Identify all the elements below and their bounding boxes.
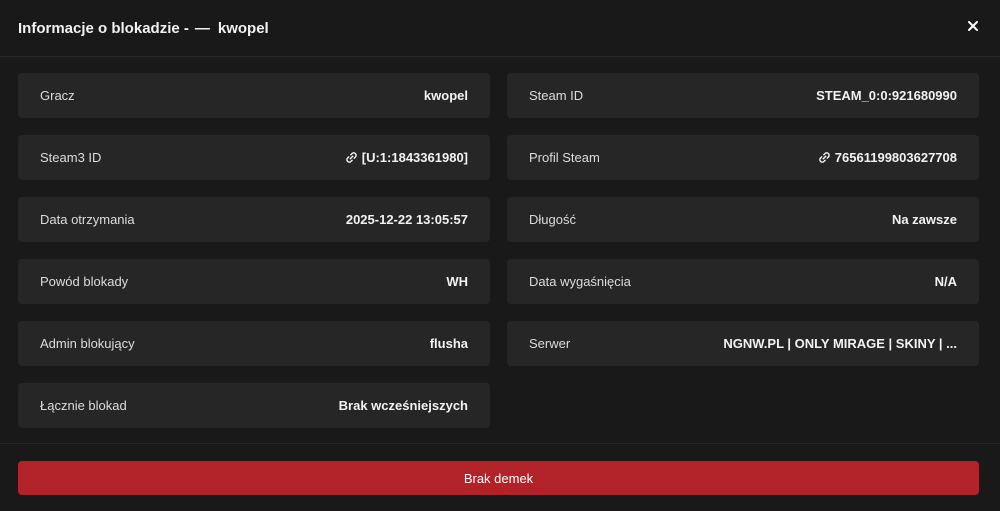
row-label: Data otrzymania bbox=[40, 212, 135, 227]
row-label: Steam3 ID bbox=[40, 150, 102, 165]
row-ban-reason: Powód blokady WH bbox=[18, 259, 490, 304]
close-button[interactable] bbox=[966, 19, 980, 33]
row-player: Gracz kwopel bbox=[18, 73, 490, 118]
modal-title: Informacje o blokadzie - — kwopel bbox=[18, 20, 269, 37]
modal-header: Informacje o blokadzie - — kwopel bbox=[0, 0, 1000, 57]
ban-details-grid: Gracz kwopel Steam ID STEAM_0:0:92168099… bbox=[18, 73, 979, 428]
row-label: Łącznie blokad bbox=[40, 398, 127, 413]
row-value: WH bbox=[446, 274, 468, 289]
row-value: STEAM_0:0:921680990 bbox=[816, 88, 957, 103]
footer-divider bbox=[0, 443, 1000, 444]
row-value: Na zawsze bbox=[891, 212, 957, 227]
row-server: Serwer NGNW.PL | ONLY MIRAGE | SKINY | .… bbox=[507, 321, 979, 366]
row-label: Długość bbox=[529, 212, 576, 227]
title-dash: — bbox=[194, 19, 210, 37]
row-value: flusha bbox=[429, 336, 468, 351]
row-label: Powód blokady bbox=[40, 274, 129, 289]
row-steam-profile: Profil Steam 76561199803627708 bbox=[507, 135, 979, 180]
link-text[interactable]: 76561199803627708 bbox=[835, 150, 957, 165]
row-label: Serwer bbox=[529, 336, 571, 351]
row-banning-admin: Admin blokujący flusha bbox=[18, 321, 490, 366]
row-value: 2025-12-22 13:05:57 bbox=[345, 212, 468, 227]
row-value: kwopel bbox=[423, 88, 468, 103]
title-player-name: kwopel bbox=[217, 19, 269, 37]
ban-info-modal: Informacje o blokadzie - — kwopel Gracz … bbox=[0, 0, 1000, 511]
demos-button[interactable]: Brak demek bbox=[18, 461, 979, 495]
steam3-id-link[interactable]: [U:1:1843361980] bbox=[345, 150, 468, 165]
row-label: Admin blokujący bbox=[40, 336, 135, 351]
row-label: Profil Steam bbox=[529, 150, 600, 165]
row-label: Steam ID bbox=[529, 88, 584, 103]
link-icon bbox=[345, 151, 358, 164]
row-steam3-id: Steam3 ID [U:1:1843361980] bbox=[18, 135, 490, 180]
link-text[interactable]: [U:1:1843361980] bbox=[362, 150, 468, 165]
row-value: N/A bbox=[934, 274, 957, 289]
row-label: Gracz bbox=[40, 88, 75, 103]
row-value: Brak wcześniejszych bbox=[338, 398, 468, 413]
row-total-bans: Łącznie blokad Brak wcześniejszych bbox=[18, 383, 490, 428]
row-label: Data wygaśnięcia bbox=[529, 274, 631, 289]
close-icon[interactable] bbox=[968, 21, 978, 31]
link-icon bbox=[818, 151, 831, 164]
row-value: NGNW.PL | ONLY MIRAGE | SKINY | ... bbox=[723, 336, 957, 351]
steam-profile-link[interactable]: 76561199803627708 bbox=[818, 150, 957, 165]
title-prefix: Informacje o blokadzie - bbox=[18, 19, 189, 37]
row-date-received: Data otrzymania 2025-12-22 13:05:57 bbox=[18, 197, 490, 242]
row-steam-id: Steam ID STEAM_0:0:921680990 bbox=[507, 73, 979, 118]
row-expiry-date: Data wygaśnięcia N/A bbox=[507, 259, 979, 304]
row-duration: Długość Na zawsze bbox=[507, 197, 979, 242]
